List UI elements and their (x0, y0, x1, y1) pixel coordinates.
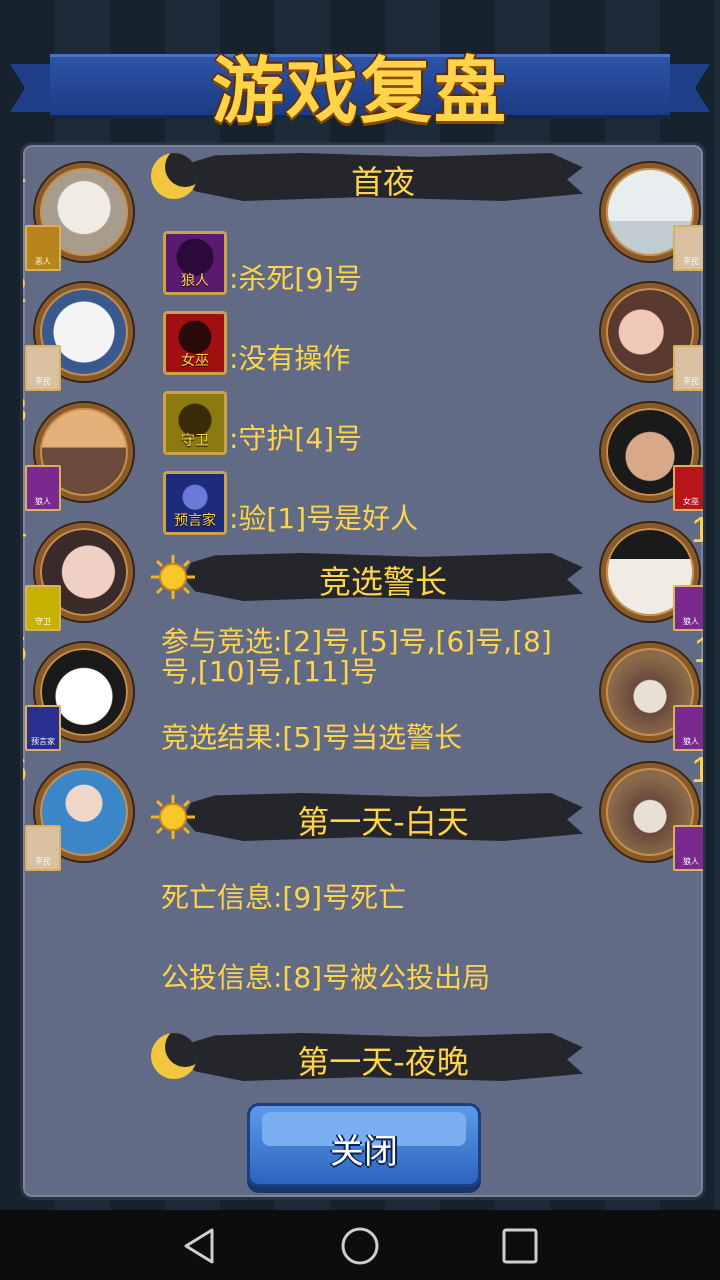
role-badge: 狼人 (673, 585, 703, 631)
section-day1-day: 第一天-白天 (143, 789, 583, 845)
section-title: 第一天-白天 (297, 803, 469, 841)
role-badge: 平民 (673, 225, 703, 271)
guard-icon: 守卫 (163, 391, 227, 455)
witch-icon: 女巫 (163, 311, 227, 375)
player-4[interactable]: 4 守卫 (23, 509, 135, 631)
sheriff-participants: 参与竞选:[2]号,[5]号,[6]号,[8]号,[10]号,[11]号 (161, 625, 552, 688)
player-10[interactable]: 10 狼人 (601, 509, 703, 631)
title-banner: 游戏复盘 (10, 48, 710, 133)
player-6[interactable]: 6 平民 (23, 749, 135, 871)
sheriff-result: 竞选结果:[5]号当选警长 (161, 721, 463, 754)
death-info: 死亡信息:[9]号死亡 (161, 881, 407, 914)
section-first-night: 首夜 (143, 149, 583, 205)
player-number: 5 (23, 629, 27, 671)
player-2[interactable]: 2 平民 (23, 269, 135, 391)
action-text: :守护[4]号 (229, 422, 363, 455)
replay-panel: 1 恶人 2 平民 3 狼人 4 守卫 5 预言家 6 平民 7 平民 8 平民… (20, 142, 706, 1200)
player-7[interactable]: 7 平民 (601, 163, 703, 271)
close-button[interactable]: 关闭 (247, 1103, 481, 1187)
role-badge: 狼人 (25, 465, 61, 511)
recent-apps-icon[interactable] (498, 1224, 542, 1268)
action-text: :没有操作 (229, 342, 351, 375)
page-title: 游戏复盘 (211, 49, 508, 133)
role-badge: 平民 (25, 345, 61, 391)
role-badge: 狼人 (673, 705, 703, 751)
section-day1-night: 第一天-夜晚 (143, 1029, 583, 1085)
section-title: 第一天-夜晚 (297, 1043, 469, 1081)
section-title: 竞选警长 (318, 563, 447, 601)
home-icon[interactable] (338, 1224, 382, 1268)
section-sheriff-election: 竞选警长 (143, 549, 583, 605)
player-number: 2 (23, 269, 27, 311)
section-title: 首夜 (350, 163, 415, 201)
player-1[interactable]: 1 恶人 (23, 149, 135, 271)
player-number: 1 (23, 149, 27, 191)
back-icon[interactable] (178, 1224, 222, 1268)
vote-info: 公投信息:[8]号被公投出局 (161, 961, 491, 994)
role-badge: 狼人 (673, 825, 703, 871)
action-text: :杀死[9]号 (229, 262, 363, 295)
player-number: 12 (691, 749, 703, 791)
player-number: 6 (23, 749, 27, 791)
player-number: 3 (23, 389, 27, 431)
action-text: :验[1]号是好人 (229, 502, 419, 535)
role-badge: 平民 (25, 825, 61, 871)
werewolf-icon: 狼人 (163, 231, 227, 295)
seer-icon: 预言家 (163, 471, 227, 535)
player-9[interactable]: 9 女巫 (601, 403, 703, 511)
player-number: 11 (694, 629, 703, 671)
player-number: 4 (23, 509, 27, 551)
role-badge: 守卫 (25, 585, 61, 631)
role-badge: 恶人 (25, 225, 61, 271)
player-8[interactable]: 8 平民 (601, 283, 703, 391)
player-3[interactable]: 3 狼人 (23, 389, 135, 511)
role-badge: 女巫 (673, 465, 703, 511)
player-12[interactable]: 12 狼人 (601, 749, 703, 871)
role-badge: 平民 (673, 345, 703, 391)
navigation-bar (0, 1210, 720, 1280)
player-5[interactable]: 5 预言家 (23, 629, 135, 751)
player-11[interactable]: 11 狼人 (601, 629, 703, 751)
close-button-label: 关闭 (330, 1132, 398, 1172)
player-number: 10 (691, 509, 703, 551)
role-badge: 预言家 (25, 705, 61, 751)
